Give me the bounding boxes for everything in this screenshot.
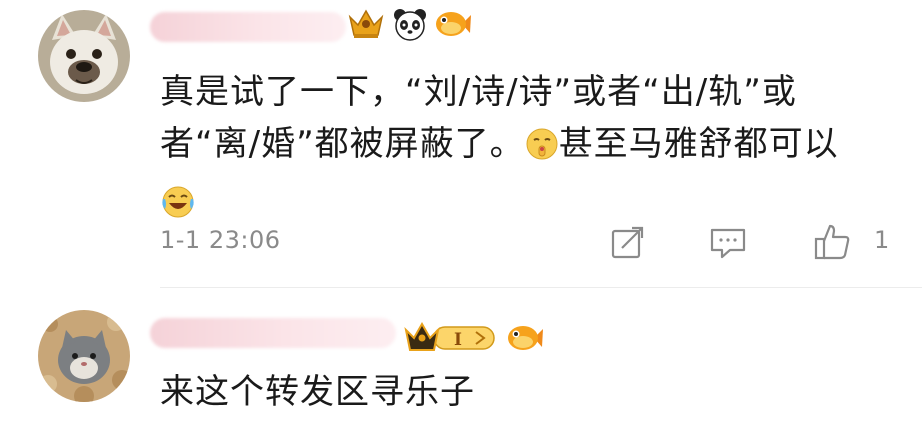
username-redacted[interactable]: [150, 318, 396, 348]
comment-feed: 真是试了一下，“刘/诗/诗”或者“出/轨”或者“离/婚”都被屏蔽了。 甚至马雅舒…: [0, 0, 922, 448]
user-badges: I: [404, 320, 544, 360]
avatar-cat[interactable]: [38, 310, 130, 402]
user-badges: [346, 6, 472, 46]
comment-bubble-icon[interactable]: [708, 222, 748, 262]
comment-item: 真是试了一下，“刘/诗/诗”或者“出/轨”或者“离/婚”都被屏蔽了。 甚至马雅舒…: [0, 0, 922, 288]
shush-emoji-icon: [525, 124, 559, 176]
username-redacted[interactable]: [150, 12, 346, 42]
gold-crown-badge-icon[interactable]: [346, 7, 386, 45]
timestamp: 1-1 23:06: [160, 226, 281, 254]
goldfish-icon: [434, 7, 472, 45]
edit-share-icon[interactable]: [608, 222, 648, 262]
comment-item: I 来这个转发区寻乐子: [0, 300, 922, 448]
comment-meta: 1-1 23:06 1: [160, 222, 892, 262]
panda-icon: [392, 6, 428, 46]
comment-text: 真是试了一下，“刘/诗/诗”或者“出/轨”或者“离/婚”都被屏蔽了。 甚至马雅舒…: [160, 66, 882, 234]
comment-text: 来这个转发区寻乐子: [160, 372, 475, 412]
avatar-bulldog[interactable]: [38, 10, 130, 102]
thumbs-up-icon[interactable]: [812, 222, 852, 262]
goldfish-icon: [506, 321, 544, 359]
crown-level-badge-icon[interactable]: I: [404, 320, 500, 360]
like-count: 1: [874, 226, 890, 254]
comment-divider: [160, 287, 922, 288]
comment-text-tail: 甚至马雅舒都可以: [558, 124, 839, 164]
badge-level: I: [454, 330, 462, 350]
